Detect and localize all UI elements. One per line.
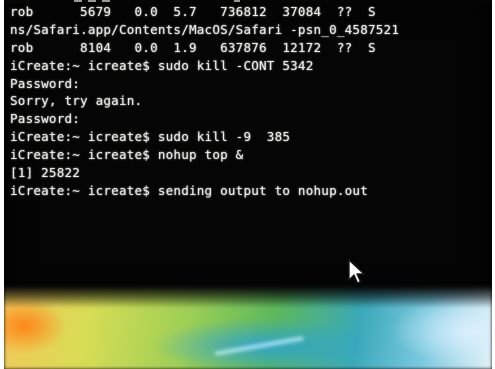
command-line-kill-cont: iCreate:~ icreate$ sudo kill -CONT 5342 <box>10 57 314 73</box>
job-id-output: [1] 25822 <box>10 165 81 181</box>
terminal-window[interactable]: rob 5679 0.0 5.7 736812 37084 ?? S ns/Sa… <box>4 0 492 300</box>
command-line-current[interactable]: iCreate:~ icreate$ sending output to noh… <box>10 182 492 200</box>
screen-photo: rob 5679 0.0 5.7 736812 37084 ?? S ns/Sa… <box>4 0 492 369</box>
sorry-message: Sorry, try again. <box>10 93 143 109</box>
arrow-pointer-icon <box>348 259 365 284</box>
process-row-rob-5679: rob 5679 0.0 5.7 736812 37084 ?? S <box>10 4 376 19</box>
command-line-nohup: iCreate:~ icreate$ nohup top & <box>10 147 244 163</box>
desktop-wallpaper <box>4 286 492 369</box>
password-prompt-2: Password: <box>10 111 81 127</box>
command-line-kill-9: iCreate:~ icreate$ sudo kill -9 385 <box>10 129 291 145</box>
process-command-safari: ns/Safari.app/Contents/MacOS/Safari -psn… <box>10 21 400 37</box>
wallpaper-streak <box>214 336 304 356</box>
terminal-output[interactable]: rob 5679 0.0 5.7 736812 37084 ?? S ns/Sa… <box>10 3 492 200</box>
process-row-rob-8104: rob 8104 0.0 1.9 637876 12172 ?? S <box>10 39 376 55</box>
password-prompt: Password: <box>10 75 81 91</box>
